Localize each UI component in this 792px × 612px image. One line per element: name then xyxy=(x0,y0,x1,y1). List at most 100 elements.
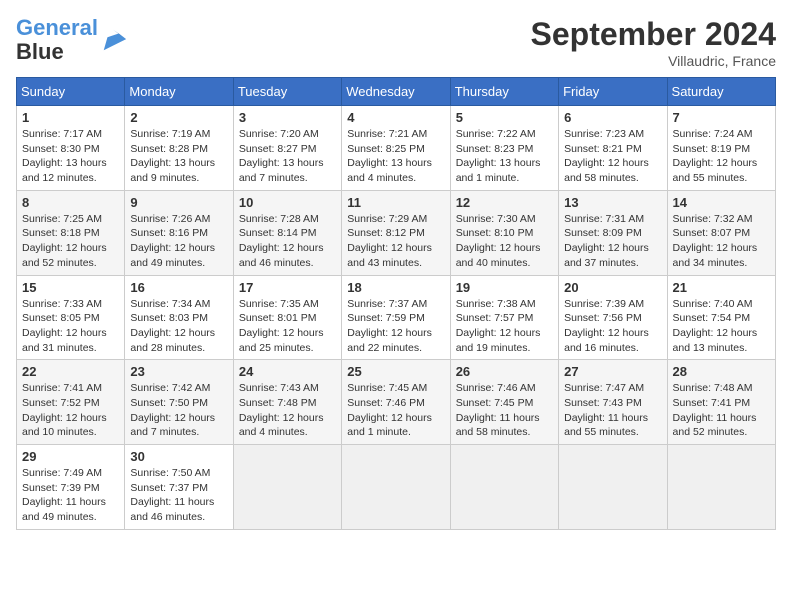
calendar-cell: 28 Sunrise: 7:48 AMSunset: 7:41 PMDaylig… xyxy=(667,360,775,445)
day-number: 18 xyxy=(347,280,444,295)
cell-content: Sunrise: 7:19 AMSunset: 8:28 PMDaylight:… xyxy=(130,128,215,184)
day-number: 23 xyxy=(130,364,227,379)
cell-content: Sunrise: 7:35 AMSunset: 8:01 PMDaylight:… xyxy=(239,298,324,354)
calendar-cell: 12 Sunrise: 7:30 AMSunset: 8:10 PMDaylig… xyxy=(450,190,558,275)
calendar-week-row: 29 Sunrise: 7:49 AMSunset: 7:39 PMDaylig… xyxy=(17,445,776,530)
day-number: 20 xyxy=(564,280,661,295)
day-number: 4 xyxy=(347,110,444,125)
cell-content: Sunrise: 7:29 AMSunset: 8:12 PMDaylight:… xyxy=(347,213,432,269)
cell-content: Sunrise: 7:17 AMSunset: 8:30 PMDaylight:… xyxy=(22,128,107,184)
cell-content: Sunrise: 7:39 AMSunset: 7:56 PMDaylight:… xyxy=(564,298,649,354)
cell-content: Sunrise: 7:40 AMSunset: 7:54 PMDaylight:… xyxy=(673,298,758,354)
day-number: 13 xyxy=(564,195,661,210)
day-of-week-header: Thursday xyxy=(450,78,558,106)
day-number: 30 xyxy=(130,449,227,464)
day-of-week-header: Sunday xyxy=(17,78,125,106)
day-number: 10 xyxy=(239,195,336,210)
day-number: 9 xyxy=(130,195,227,210)
day-number: 28 xyxy=(673,364,770,379)
calendar-cell xyxy=(233,445,341,530)
calendar-cell xyxy=(559,445,667,530)
calendar-cell xyxy=(450,445,558,530)
calendar-cell: 7 Sunrise: 7:24 AMSunset: 8:19 PMDayligh… xyxy=(667,106,775,191)
calendar-cell: 14 Sunrise: 7:32 AMSunset: 8:07 PMDaylig… xyxy=(667,190,775,275)
cell-content: Sunrise: 7:50 AMSunset: 7:37 PMDaylight:… xyxy=(130,467,214,523)
calendar-cell: 29 Sunrise: 7:49 AMSunset: 7:39 PMDaylig… xyxy=(17,445,125,530)
calendar-cell: 11 Sunrise: 7:29 AMSunset: 8:12 PMDaylig… xyxy=(342,190,450,275)
cell-content: Sunrise: 7:33 AMSunset: 8:05 PMDaylight:… xyxy=(22,298,107,354)
calendar-header-row: SundayMondayTuesdayWednesdayThursdayFrid… xyxy=(17,78,776,106)
day-number: 2 xyxy=(130,110,227,125)
calendar-cell: 25 Sunrise: 7:45 AMSunset: 7:46 PMDaylig… xyxy=(342,360,450,445)
calendar-cell: 18 Sunrise: 7:37 AMSunset: 7:59 PMDaylig… xyxy=(342,275,450,360)
day-number: 6 xyxy=(564,110,661,125)
day-number: 17 xyxy=(239,280,336,295)
logo: GeneralBlue xyxy=(16,16,128,64)
title-section: September 2024 Villaudric, France xyxy=(531,16,776,69)
day-number: 21 xyxy=(673,280,770,295)
day-number: 24 xyxy=(239,364,336,379)
day-number: 3 xyxy=(239,110,336,125)
calendar-cell: 15 Sunrise: 7:33 AMSunset: 8:05 PMDaylig… xyxy=(17,275,125,360)
day-number: 26 xyxy=(456,364,553,379)
logo-icon xyxy=(100,26,128,54)
calendar-cell: 8 Sunrise: 7:25 AMSunset: 8:18 PMDayligh… xyxy=(17,190,125,275)
day-of-week-header: Tuesday xyxy=(233,78,341,106)
day-number: 15 xyxy=(22,280,119,295)
cell-content: Sunrise: 7:45 AMSunset: 7:46 PMDaylight:… xyxy=(347,382,432,438)
calendar-cell: 21 Sunrise: 7:40 AMSunset: 7:54 PMDaylig… xyxy=(667,275,775,360)
day-number: 5 xyxy=(456,110,553,125)
calendar-cell: 20 Sunrise: 7:39 AMSunset: 7:56 PMDaylig… xyxy=(559,275,667,360)
cell-content: Sunrise: 7:25 AMSunset: 8:18 PMDaylight:… xyxy=(22,213,107,269)
day-number: 14 xyxy=(673,195,770,210)
cell-content: Sunrise: 7:43 AMSunset: 7:48 PMDaylight:… xyxy=(239,382,324,438)
cell-content: Sunrise: 7:48 AMSunset: 7:41 PMDaylight:… xyxy=(673,382,757,438)
calendar-week-row: 15 Sunrise: 7:33 AMSunset: 8:05 PMDaylig… xyxy=(17,275,776,360)
cell-content: Sunrise: 7:28 AMSunset: 8:14 PMDaylight:… xyxy=(239,213,324,269)
calendar-cell: 10 Sunrise: 7:28 AMSunset: 8:14 PMDaylig… xyxy=(233,190,341,275)
calendar-cell: 23 Sunrise: 7:42 AMSunset: 7:50 PMDaylig… xyxy=(125,360,233,445)
day-number: 27 xyxy=(564,364,661,379)
cell-content: Sunrise: 7:24 AMSunset: 8:19 PMDaylight:… xyxy=(673,128,758,184)
day-number: 22 xyxy=(22,364,119,379)
calendar-cell: 27 Sunrise: 7:47 AMSunset: 7:43 PMDaylig… xyxy=(559,360,667,445)
calendar-cell: 30 Sunrise: 7:50 AMSunset: 7:37 PMDaylig… xyxy=(125,445,233,530)
location-subtitle: Villaudric, France xyxy=(531,53,776,69)
cell-content: Sunrise: 7:42 AMSunset: 7:50 PMDaylight:… xyxy=(130,382,215,438)
cell-content: Sunrise: 7:23 AMSunset: 8:21 PMDaylight:… xyxy=(564,128,649,184)
calendar-cell: 4 Sunrise: 7:21 AMSunset: 8:25 PMDayligh… xyxy=(342,106,450,191)
calendar-cell: 1 Sunrise: 7:17 AMSunset: 8:30 PMDayligh… xyxy=(17,106,125,191)
calendar-cell: 24 Sunrise: 7:43 AMSunset: 7:48 PMDaylig… xyxy=(233,360,341,445)
cell-content: Sunrise: 7:30 AMSunset: 8:10 PMDaylight:… xyxy=(456,213,541,269)
cell-content: Sunrise: 7:41 AMSunset: 7:52 PMDaylight:… xyxy=(22,382,107,438)
cell-content: Sunrise: 7:32 AMSunset: 8:07 PMDaylight:… xyxy=(673,213,758,269)
cell-content: Sunrise: 7:21 AMSunset: 8:25 PMDaylight:… xyxy=(347,128,432,184)
day-of-week-header: Friday xyxy=(559,78,667,106)
cell-content: Sunrise: 7:46 AMSunset: 7:45 PMDaylight:… xyxy=(456,382,540,438)
day-number: 19 xyxy=(456,280,553,295)
day-number: 29 xyxy=(22,449,119,464)
calendar-cell: 26 Sunrise: 7:46 AMSunset: 7:45 PMDaylig… xyxy=(450,360,558,445)
cell-content: Sunrise: 7:26 AMSunset: 8:16 PMDaylight:… xyxy=(130,213,215,269)
page-header: GeneralBlue September 2024 Villaudric, F… xyxy=(16,16,776,69)
calendar-cell xyxy=(667,445,775,530)
day-of-week-header: Saturday xyxy=(667,78,775,106)
calendar-table: SundayMondayTuesdayWednesdayThursdayFrid… xyxy=(16,77,776,530)
day-number: 8 xyxy=(22,195,119,210)
calendar-cell: 16 Sunrise: 7:34 AMSunset: 8:03 PMDaylig… xyxy=(125,275,233,360)
day-number: 16 xyxy=(130,280,227,295)
day-number: 11 xyxy=(347,195,444,210)
day-of-week-header: Monday xyxy=(125,78,233,106)
cell-content: Sunrise: 7:38 AMSunset: 7:57 PMDaylight:… xyxy=(456,298,541,354)
cell-content: Sunrise: 7:47 AMSunset: 7:43 PMDaylight:… xyxy=(564,382,648,438)
cell-content: Sunrise: 7:31 AMSunset: 8:09 PMDaylight:… xyxy=(564,213,649,269)
cell-content: Sunrise: 7:20 AMSunset: 8:27 PMDaylight:… xyxy=(239,128,324,184)
day-number: 1 xyxy=(22,110,119,125)
day-of-week-header: Wednesday xyxy=(342,78,450,106)
calendar-cell: 6 Sunrise: 7:23 AMSunset: 8:21 PMDayligh… xyxy=(559,106,667,191)
calendar-cell: 9 Sunrise: 7:26 AMSunset: 8:16 PMDayligh… xyxy=(125,190,233,275)
calendar-week-row: 8 Sunrise: 7:25 AMSunset: 8:18 PMDayligh… xyxy=(17,190,776,275)
calendar-cell: 19 Sunrise: 7:38 AMSunset: 7:57 PMDaylig… xyxy=(450,275,558,360)
cell-content: Sunrise: 7:34 AMSunset: 8:03 PMDaylight:… xyxy=(130,298,215,354)
calendar-week-row: 1 Sunrise: 7:17 AMSunset: 8:30 PMDayligh… xyxy=(17,106,776,191)
